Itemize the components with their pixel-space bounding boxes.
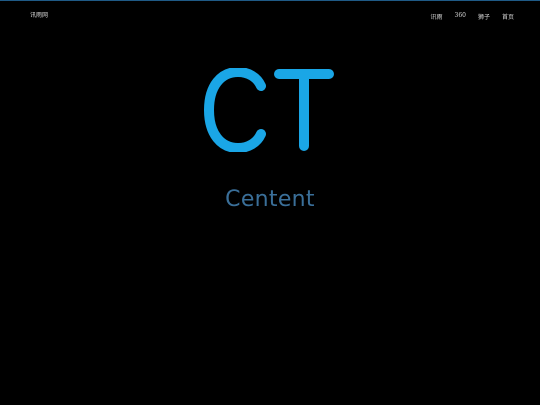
tagline: Centent [225, 187, 315, 212]
hero: Centent [0, 0, 540, 405]
ct-logo-icon [204, 68, 334, 152]
